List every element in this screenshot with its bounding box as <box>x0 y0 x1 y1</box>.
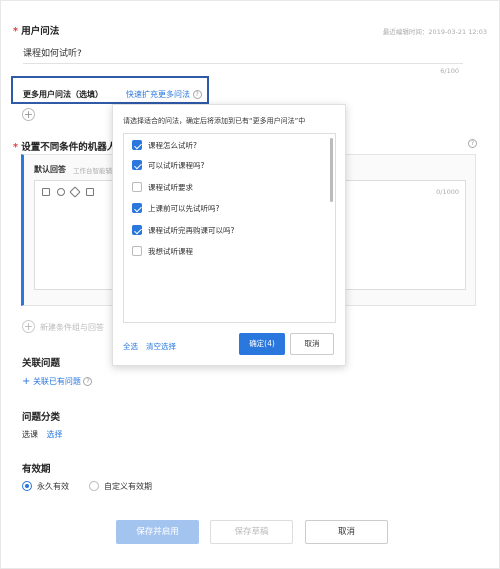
user-question-underline <box>23 63 463 64</box>
popup-options-list[interactable]: 课程怎么试听? 可以试听课程吗? 课程试听要求 上课前可以先试听吗? 课程试听完… <box>123 133 336 323</box>
expand-questions-link[interactable]: 快速扩充更多问法 ? <box>126 89 202 100</box>
option-1[interactable]: 课程怎么试听? <box>132 138 197 152</box>
image-icon[interactable] <box>42 187 50 196</box>
last-edited-time: 最近编辑时间：2019-03-21 12:03 <box>382 28 487 36</box>
checkbox-5[interactable] <box>132 225 142 235</box>
emoji-icon[interactable] <box>56 187 65 196</box>
clear-selection-link[interactable]: 清空选择 <box>146 341 176 352</box>
required-mark: * <box>13 26 18 37</box>
robot-condition-label: 设置不同条件的机器人 <box>21 142 117 153</box>
checkbox-2[interactable] <box>132 160 142 170</box>
select-all-link[interactable]: 全选 <box>123 341 138 352</box>
default-reply-label: 默认回答 <box>34 165 66 174</box>
option-1-label: 课程怎么试听? <box>148 140 197 150</box>
related-title: 关联问题 <box>22 358 61 369</box>
radio-permanent-label[interactable]: 永久有效 <box>37 481 69 492</box>
radio-custom[interactable] <box>89 481 99 491</box>
category-select-link[interactable]: 选择 <box>47 430 63 439</box>
add-related-label: 关联已有问题 <box>32 377 81 386</box>
file-icon[interactable] <box>85 187 94 196</box>
save-draft-button[interactable]: 保存草稿 <box>210 520 293 544</box>
popup-cancel-button[interactable]: 取消 <box>290 333 334 355</box>
validity-title: 有效期 <box>22 464 51 475</box>
question-circle-icon: ? <box>83 377 93 386</box>
robot-help-icon: ? <box>468 139 477 148</box>
user-question-counter: 6/100 <box>440 67 459 75</box>
category-value: 选课 <box>22 430 38 439</box>
checkbox-6[interactable] <box>132 246 142 256</box>
user-question-title: * 用户问法 <box>13 23 59 37</box>
category-title: 问题分类 <box>22 412 61 423</box>
checkbox-1[interactable] <box>132 140 142 150</box>
user-question-input[interactable]: 课程如何试听? <box>23 46 82 59</box>
add-condition-plus-icon[interactable]: + <box>22 320 35 333</box>
option-2[interactable]: 可以试听课程吗? <box>132 158 204 172</box>
form-page: * 用户问法 最近编辑时间：2019-03-21 12:03 课程如何试听? 6… <box>0 0 500 569</box>
save-enable-button[interactable]: 保存并启用 <box>116 520 199 544</box>
editor-toolbar <box>42 185 98 198</box>
robot-condition-title: * 设置不同条件的机器人 <box>13 139 116 153</box>
option-5[interactable]: 课程试听完再购课可以吗? <box>132 223 234 237</box>
cancel-button[interactable]: 取消 <box>305 520 388 544</box>
default-reply-hint: 工作台智能辅 <box>73 167 112 175</box>
option-4-label: 上课前可以先试听吗? <box>148 203 220 213</box>
add-condition-link[interactable]: 新建条件组与回答 <box>40 322 104 333</box>
popup-title: 请选择适合的问法，确定后将添加到已有“更多用户问法”中 <box>123 117 306 125</box>
option-6-label: 我想试听课程 <box>148 246 193 256</box>
plus-icon: + <box>22 376 31 387</box>
required-mark-2: * <box>13 142 18 153</box>
add-related-link[interactable]: + 关联已有问题 ? <box>22 376 93 387</box>
checkbox-4[interactable] <box>132 203 142 213</box>
radio-custom-label[interactable]: 自定义有效期 <box>104 481 152 492</box>
add-question-plus-icon[interactable]: + <box>22 108 35 121</box>
option-2-label: 可以试听课程吗? <box>148 160 205 170</box>
popup-confirm-button[interactable]: 确定(4) <box>239 333 285 355</box>
popup-scrollbar[interactable] <box>330 138 333 202</box>
option-3[interactable]: 课程试听要求 <box>132 180 193 194</box>
option-6[interactable]: 我想试听课程 <box>132 244 193 258</box>
option-3-label: 课程试听要求 <box>148 182 193 192</box>
expand-questions-label: 快速扩充更多问法 <box>126 90 190 99</box>
link-icon[interactable] <box>69 185 81 198</box>
checkbox-3[interactable] <box>132 182 142 192</box>
select-questions-popup: 请选择适合的问法，确定后将添加到已有“更多用户问法”中 课程怎么试听? 可以试听… <box>112 104 346 366</box>
reply-counter: 0/1000 <box>436 188 459 196</box>
option-4[interactable]: 上课前可以先试听吗? <box>132 201 219 215</box>
category-row: 选课 选择 <box>22 429 63 440</box>
option-5-label: 课程试听完再购课可以吗? <box>148 225 235 235</box>
user-question-label: 用户问法 <box>21 26 60 37</box>
radio-permanent[interactable] <box>22 481 32 491</box>
more-questions-label: 更多用户问法（选填） <box>23 90 103 99</box>
question-circle-icon: ? <box>192 90 202 99</box>
